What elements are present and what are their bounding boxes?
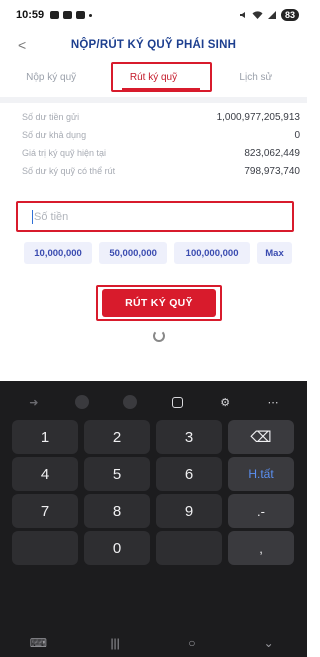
info-row-current-margin: Giá trị ký quỹ hiện tại 823,062,449 <box>22 144 300 162</box>
backspace-key[interactable]: ⌫ <box>228 420 294 454</box>
key-8[interactable]: 8 <box>84 494 150 528</box>
tab-highlight-box <box>111 62 212 92</box>
comma-key[interactable]: , <box>228 531 294 565</box>
clipboard-icon[interactable] <box>169 394 185 410</box>
tab-history[interactable]: Lịch sử <box>205 62 307 92</box>
page-title: NỘP/RÚT KÝ QUỸ PHÁI SINH <box>70 39 237 51</box>
status-system-icons: 83 <box>238 9 299 21</box>
more-dot-icon <box>89 13 93 17</box>
status-notification-icons <box>50 11 93 19</box>
submit-highlight-box: RÚT KÝ QUỸ <box>96 285 222 321</box>
key-5[interactable]: 5 <box>84 457 150 491</box>
keyboard-settings-arrow-icon[interactable]: ➜ <box>26 394 42 410</box>
info-label: Số dư ký quỹ có thể rút <box>22 166 116 176</box>
info-value: 823,062,449 <box>244 147 300 159</box>
loading-spinner-icon <box>153 330 165 342</box>
key-9[interactable]: 9 <box>156 494 222 528</box>
keyboard-hide-icon[interactable]: ⌨ <box>26 636 50 650</box>
mute-icon <box>239 12 245 18</box>
blank-key-right <box>156 531 222 565</box>
key-7[interactable]: 7 <box>12 494 78 528</box>
balance-info: Số dư tiền gửi 1,000,977,205,913 Số dư k… <box>22 108 300 180</box>
app-header: < NỘP/RÚT KÝ QUỸ PHÁI SINH <box>0 30 307 60</box>
preset-amount-chip[interactable]: 100,000,000 <box>174 242 250 264</box>
amount-field[interactable] <box>16 201 294 232</box>
key-grid: 1 2 3 ⌫ 4 5 6 H.tất 7 8 9 .- 0 , <box>12 420 296 565</box>
key-0[interactable]: 0 <box>84 531 150 565</box>
home-icon[interactable]: ○ <box>180 636 204 650</box>
key-3[interactable]: 3 <box>156 420 222 454</box>
back-button[interactable]: < <box>18 36 38 54</box>
chat-icon <box>76 11 86 19</box>
done-key[interactable]: H.tất <box>228 457 294 491</box>
info-row-withdrawable-margin: Số dư ký quỹ có thể rút 798,973,740 <box>22 162 300 180</box>
blank-key-left <box>12 531 78 565</box>
back-icon[interactable]: ⌄ <box>257 636 281 650</box>
status-bar: 10:59 83 <box>0 0 307 30</box>
more-options-icon[interactable]: ⋯ <box>265 394 281 410</box>
info-row-deposit-balance: Số dư tiền gửi 1,000,977,205,913 <box>22 108 300 126</box>
emoji-icon[interactable] <box>74 394 90 410</box>
battery-icon: 83 <box>280 9 299 21</box>
notification-icon <box>50 11 60 19</box>
keyboard-toolbar: ➜ ⚙ ⋯ <box>0 389 307 415</box>
signal-icon <box>267 11 276 19</box>
sticker-icon[interactable] <box>122 394 138 410</box>
section-divider <box>0 97 307 103</box>
preset-amount-chip[interactable]: 50,000,000 <box>99 242 168 264</box>
info-value: 0 <box>294 129 300 141</box>
info-label: Giá trị ký quỹ hiện tại <box>22 148 107 158</box>
text-caret <box>32 209 33 224</box>
info-label: Số dư khả dụng <box>22 130 87 140</box>
recents-icon[interactable]: ||| <box>103 636 127 650</box>
info-value: 798,973,740 <box>244 165 300 177</box>
gear-icon[interactable]: ⚙ <box>217 394 233 410</box>
numeric-keyboard: ➜ ⚙ ⋯ 1 2 3 ⌫ 4 5 6 H.tất 7 8 9 .- 0 , <box>0 381 307 657</box>
system-nav-bar: ⌨ ||| ○ ⌄ <box>0 629 307 657</box>
wifi-icon <box>252 11 263 19</box>
info-value: 1,000,977,205,913 <box>216 111 300 123</box>
key-1[interactable]: 1 <box>12 420 78 454</box>
preset-amount-chip[interactable]: 10,000,000 <box>24 242 93 264</box>
info-row-available-balance: Số dư khả dụng 0 <box>22 126 300 144</box>
amount-input[interactable] <box>34 210 274 223</box>
photo-icon <box>63 11 73 19</box>
preset-amounts: 10,000,000 50,000,000 100,000,000 Max <box>24 242 293 264</box>
withdraw-margin-button[interactable]: RÚT KÝ QUỸ <box>102 289 216 317</box>
status-time: 10:59 <box>16 9 45 21</box>
dot-minus-key[interactable]: .- <box>228 494 294 528</box>
preset-max-chip[interactable]: Max <box>257 242 293 264</box>
key-6[interactable]: 6 <box>156 457 222 491</box>
info-label: Số dư tiền gửi <box>22 112 80 122</box>
key-2[interactable]: 2 <box>84 420 150 454</box>
tab-deposit-margin[interactable]: Nộp ký quỹ <box>0 62 102 92</box>
key-4[interactable]: 4 <box>12 457 78 491</box>
